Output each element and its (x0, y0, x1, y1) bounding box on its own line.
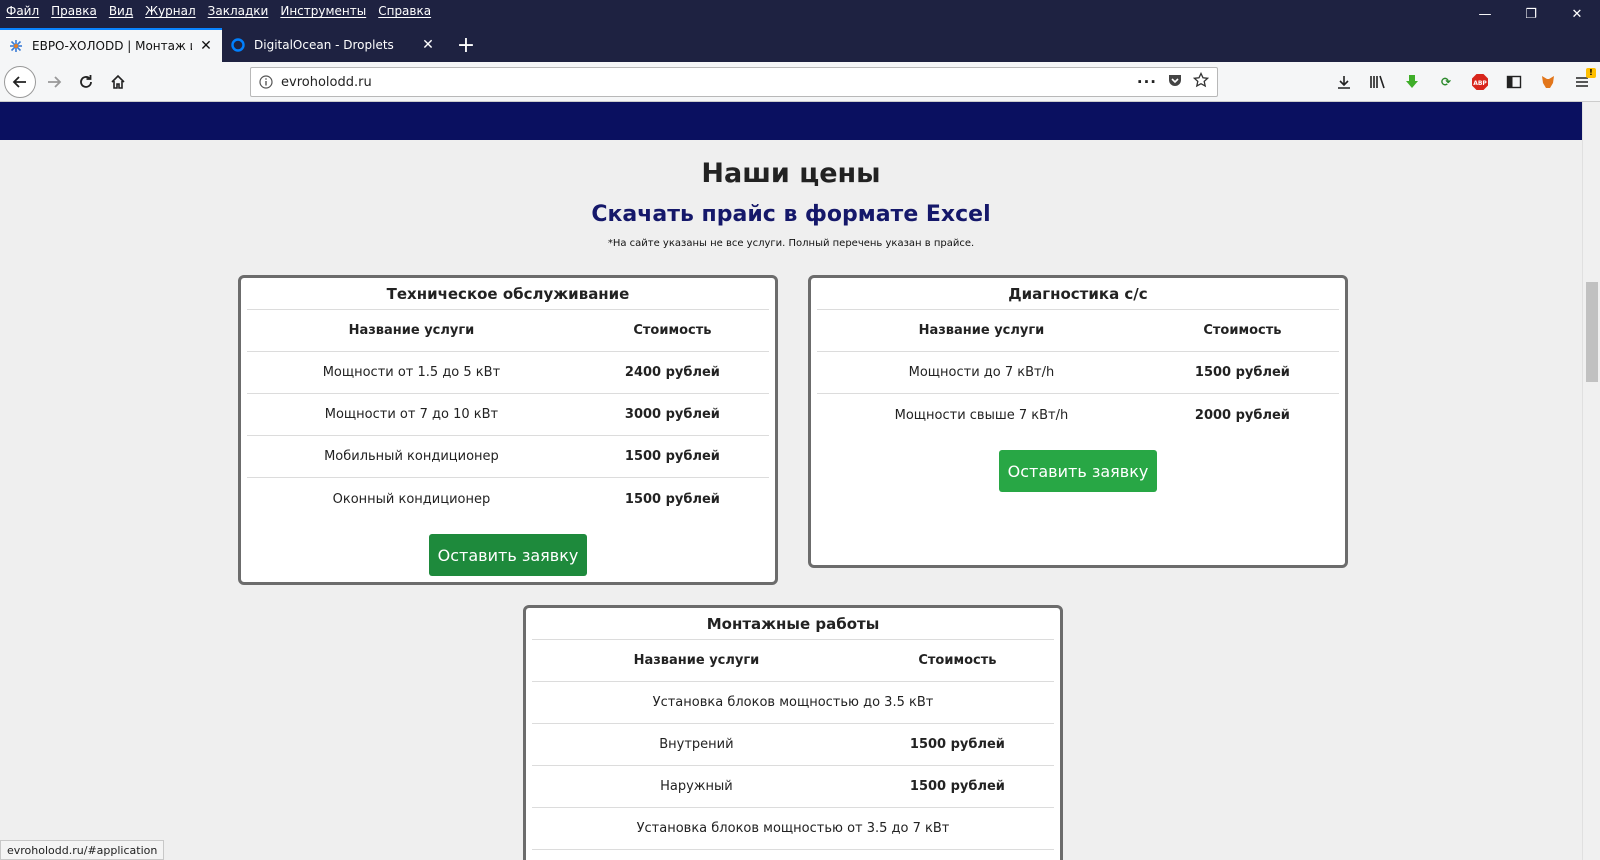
sidebar-icon[interactable] (1504, 72, 1524, 92)
adblock-icon[interactable]: ABP (1470, 72, 1490, 92)
price-card-installation: Монтажные работы Название услуги Стоимос… (523, 605, 1063, 860)
tab-close-icon[interactable]: ✕ (198, 38, 214, 54)
card-title: Техническое обслуживание (247, 278, 769, 310)
metamask-fox-icon[interactable] (1538, 72, 1558, 92)
service-price: 1500 рублей (909, 779, 1005, 794)
digitalocean-favicon-icon (230, 37, 246, 53)
column-header-service: Название услуги (918, 323, 1045, 338)
column-header-service: Название услуги (348, 323, 475, 338)
restore-icon[interactable]: ❐ (1508, 0, 1554, 28)
menu-file[interactable]: Файл (6, 4, 39, 18)
page-title: Наши цены (701, 158, 881, 189)
menu-tools[interactable]: Инструменты (280, 4, 366, 18)
table-group-row: Установка блоков мощностью от 3.5 до 7 к… (532, 808, 1054, 850)
price-card-maintenance: Техническое обслуживание Название услуги… (238, 275, 778, 585)
site-header-bar (0, 102, 1582, 140)
window-controls: — ❐ ✕ (1462, 0, 1600, 28)
page-viewport: Наши цены Скачать прайс в формате Excel … (0, 102, 1582, 860)
service-name: Мощности до 7 кВт/h (908, 365, 1055, 380)
group-label: Установка блоков мощностью от 3.5 до 7 к… (636, 821, 950, 836)
download-helper-icon[interactable] (1402, 72, 1422, 92)
tab-evroholodd[interactable]: ЕВРО-ХОЛОDD | Монтаж и на ✕ (0, 28, 222, 62)
group-label: Установка блоков мощностью до 3.5 кВт (652, 695, 934, 710)
menu-bar: Файл Правка Вид Журнал Закладки Инструме… (0, 0, 1200, 22)
table-group-row: Установка блоков мощностью до 3.5 кВт (532, 682, 1054, 724)
tab-bar: ЕВРО-ХОЛОDD | Монтаж и на ✕ DigitalOcean… (0, 28, 482, 62)
order-button[interactable]: Оставить заявку (999, 450, 1157, 492)
svg-text:ABP: ABP (1473, 80, 1487, 87)
table-row: Мощности свыше 7 кВт/h 2000 рублей (817, 394, 1339, 436)
card-title: Диагностика с/с (817, 278, 1339, 310)
bookmark-star-icon[interactable] (1192, 71, 1210, 92)
card-title: Монтажные работы (532, 608, 1054, 640)
service-name: Мобильный кондиционер (324, 449, 499, 464)
service-name: Оконный кондиционер (332, 491, 491, 507)
column-header-price: Стоимость (633, 323, 712, 338)
status-bar-link: evroholodd.ru/#application (0, 840, 165, 860)
service-price: 1500 рублей (624, 491, 720, 507)
site-info-icon[interactable] (251, 75, 281, 89)
table-row: Мощности от 7 до 10 кВт 3000 рублей (247, 394, 769, 436)
menu-view[interactable]: Вид (109, 4, 133, 18)
service-name: Наружный (660, 779, 733, 794)
service-price: 1500 рублей (624, 449, 720, 464)
download-excel-link[interactable]: Скачать прайс в формате Excel (0, 202, 1582, 227)
service-price: 1500 рублей (909, 737, 1005, 752)
table-row: Мощности до 7 кВт/h 1500 рублей (817, 352, 1339, 394)
back-arrow-icon[interactable] (4, 66, 36, 98)
service-name: Мощности свыше 7 кВт/h (894, 407, 1069, 423)
tab-digitalocean[interactable]: DigitalOcean - Droplets ✕ (222, 28, 444, 62)
tab-title: DigitalOcean - Droplets (254, 38, 394, 52)
menu-edit[interactable]: Правка (51, 4, 97, 18)
column-header-price: Стоимость (918, 653, 997, 668)
forward-arrow-icon[interactable] (38, 66, 70, 98)
address-bar[interactable]: evroholodd.ru ··· (250, 67, 1218, 97)
library-icon[interactable] (1368, 72, 1388, 92)
tab-close-icon[interactable]: ✕ (420, 37, 436, 53)
navigation-toolbar: evroholodd.ru ··· ⟳ ABP ! (0, 62, 1600, 102)
column-header-price: Стоимость (1203, 323, 1282, 338)
table-row: Мощности от 1.5 до 5 кВт 2400 рублей (247, 352, 769, 394)
window-close-icon[interactable]: ✕ (1554, 0, 1600, 28)
new-tab-icon[interactable]: + (450, 28, 482, 62)
snowflake-favicon-icon (8, 38, 24, 54)
price-note: *На сайте указаны не все услуги. Полный … (607, 238, 975, 249)
translate-icon[interactable]: ⟳ (1436, 72, 1456, 92)
order-button[interactable]: Оставить заявку (429, 534, 587, 576)
service-price: 2400 рублей (624, 365, 720, 380)
table-row: Оконный кондиционер 1500 рублей (247, 478, 769, 520)
service-price: 2000 рублей (1194, 407, 1290, 423)
service-name: Мощности от 1.5 до 5 кВт (322, 365, 501, 380)
page-actions-icon[interactable]: ··· (1137, 73, 1157, 91)
update-warning-icon: ! (1586, 68, 1596, 78)
table-row: Мобильный кондиционер 1500 рублей (247, 436, 769, 478)
home-icon[interactable] (102, 66, 134, 98)
column-header-service: Название услуги (633, 653, 760, 668)
service-name: Внутрений (659, 737, 734, 752)
minimize-icon[interactable]: — (1462, 0, 1508, 28)
menu-history[interactable]: Журнал (145, 4, 196, 18)
tab-title: ЕВРО-ХОЛОDD | Монтаж и на (32, 39, 192, 53)
hamburger-menu-icon[interactable]: ! (1572, 68, 1596, 92)
download-icon[interactable] (1334, 72, 1354, 92)
service-price: 3000 рублей (624, 407, 720, 422)
price-card-diagnostics: Диагностика с/с Название услуги Стоимост… (808, 275, 1348, 568)
pocket-icon[interactable] (1167, 72, 1183, 92)
table-row: Внутрений 1500 рублей (532, 724, 1054, 766)
page-scrollbar[interactable] (1582, 102, 1600, 860)
table-header: Название услуги Стоимость (247, 310, 769, 352)
toolbar-extensions: ⟳ ABP ! (1334, 66, 1596, 98)
service-price: 1500 рублей (1194, 365, 1290, 380)
scrollbar-thumb[interactable] (1586, 282, 1598, 382)
service-name: Мощности от 7 до 10 кВт (324, 407, 499, 422)
reload-icon[interactable] (70, 66, 102, 98)
url-text[interactable]: evroholodd.ru (281, 75, 1137, 90)
table-header: Название услуги Стоимость (532, 640, 1054, 682)
menu-help[interactable]: Справка (378, 4, 431, 18)
menu-bookmarks[interactable]: Закладки (208, 4, 269, 18)
browser-chrome: Файл Правка Вид Журнал Закладки Инструме… (0, 0, 1600, 66)
table-row: Наружный 1500 рублей (532, 766, 1054, 808)
table-header: Название услуги Стоимость (817, 310, 1339, 352)
